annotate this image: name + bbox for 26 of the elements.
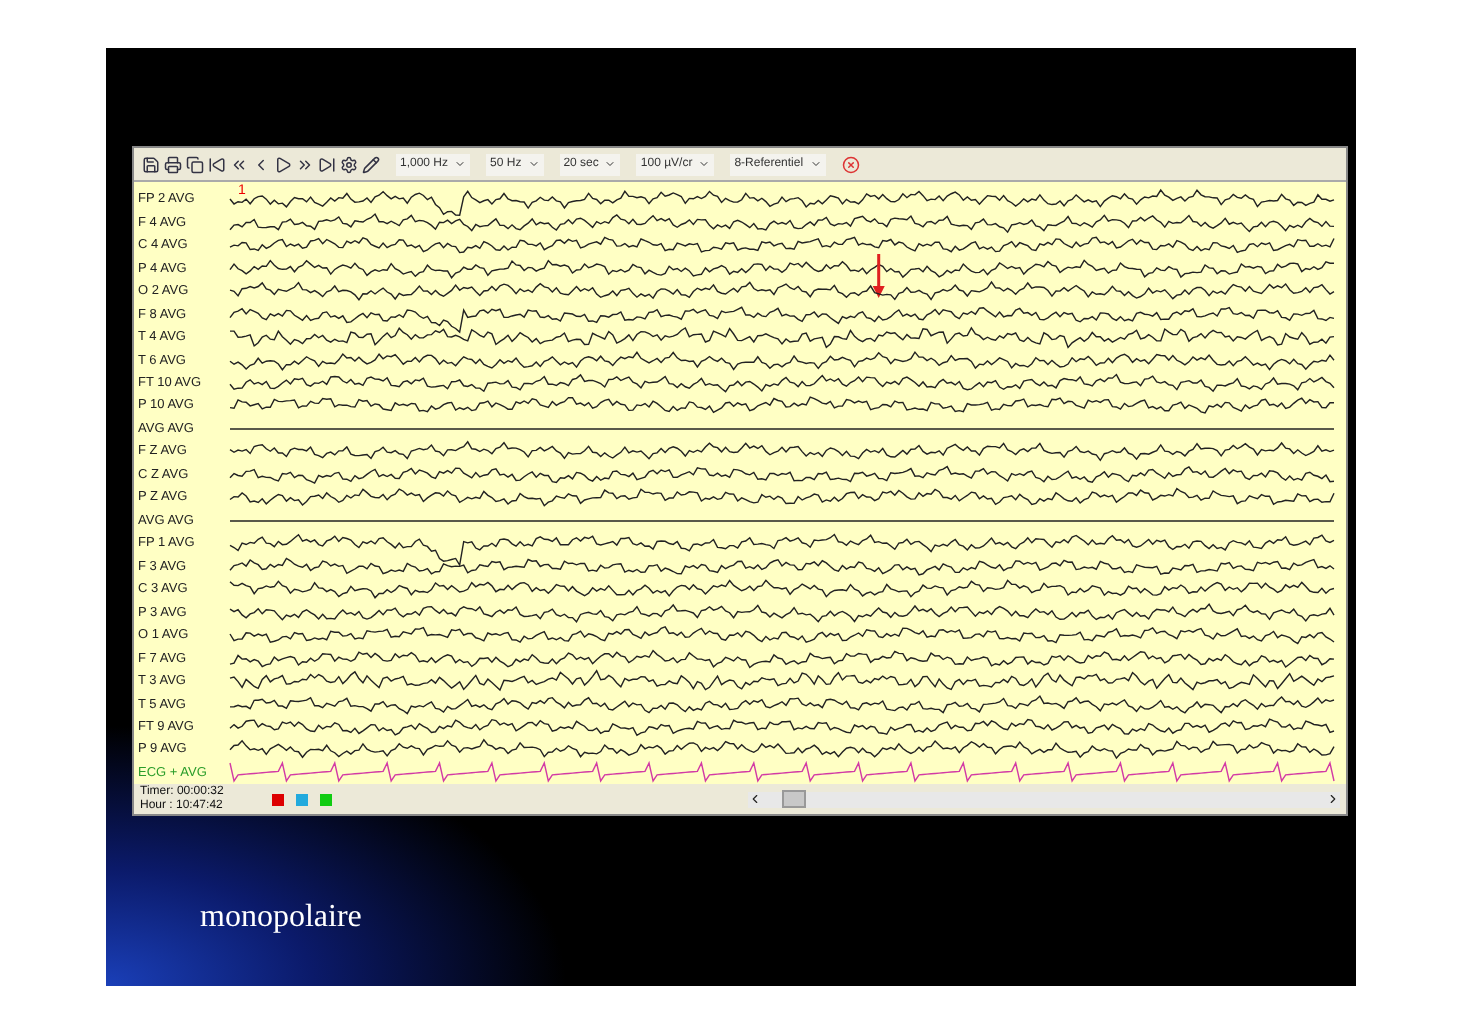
save-icon[interactable] <box>142 155 160 173</box>
skip-forward-icon[interactable] <box>318 155 336 173</box>
caret-icon <box>454 158 467 170</box>
step-back-icon[interactable] <box>252 155 270 173</box>
fast-forward-icon[interactable] <box>296 155 314 173</box>
skip-back-icon[interactable] <box>208 155 226 173</box>
scroll-thumb[interactable] <box>782 790 806 808</box>
caret-icon <box>698 158 711 170</box>
slide-title: monopolaire <box>200 900 364 936</box>
rewind-icon[interactable] <box>230 155 248 173</box>
caret-icon <box>604 158 617 170</box>
color-swatch[interactable] <box>296 793 308 805</box>
color-swatch[interactable] <box>320 793 332 805</box>
scroll-left-icon[interactable] <box>748 792 762 806</box>
play-icon[interactable] <box>274 155 292 173</box>
scrollbar[interactable] <box>748 791 1340 807</box>
arrow-icon <box>872 253 885 298</box>
settings-icon[interactable] <box>340 155 358 173</box>
copy-icon[interactable] <box>186 155 204 173</box>
pencil-icon[interactable] <box>362 155 380 173</box>
print-icon[interactable] <box>164 155 182 173</box>
color-swatch[interactable] <box>272 793 284 805</box>
caret-icon <box>809 158 822 170</box>
close-icon[interactable] <box>841 155 860 173</box>
scroll-right-icon[interactable] <box>1326 792 1340 806</box>
caret-icon <box>527 158 540 170</box>
